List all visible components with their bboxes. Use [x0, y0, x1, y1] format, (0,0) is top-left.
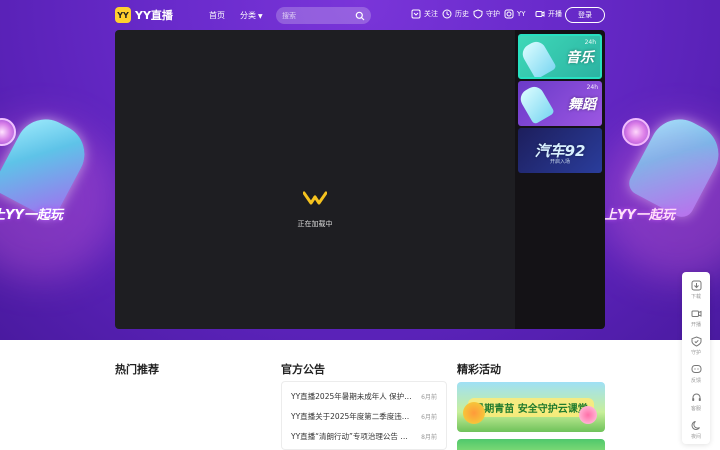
nav-history-label: 历史	[455, 10, 469, 18]
video-icon	[535, 11, 545, 17]
float-night-mode-label: 夜间	[690, 434, 701, 440]
announcement-title: 官方公告	[281, 363, 325, 376]
top-navigation: YY YY直播 首页 分类▼ 关注 历史 守护 YY 开播 登录	[0, 0, 720, 30]
channel-card-dance[interactable]: 24h 舞蹈	[518, 81, 602, 126]
floating-toolbar: 下载 开播 守护 反馈 客服 夜间	[682, 272, 710, 444]
news-item[interactable]: YY直播2025年暑期未成年人 保护专项行动公告 6月前	[282, 386, 446, 406]
activity-banner-second[interactable]	[457, 439, 605, 450]
search-box[interactable]	[276, 7, 371, 24]
nav-history[interactable]: 历史	[442, 9, 469, 19]
nav-category-link[interactable]: 分类 ▼	[240, 10, 263, 21]
float-live[interactable]: 开播	[682, 304, 710, 332]
right-side-promo[interactable]: 上YY一起玩	[604, 108, 720, 230]
channel-label: 舞蹈	[568, 96, 596, 113]
nav-follow[interactable]: 关注	[411, 9, 438, 19]
moon-icon	[691, 421, 700, 430]
flower-graphic	[463, 402, 485, 424]
float-feedback[interactable]: 反馈	[682, 360, 710, 388]
nav-home-link[interactable]: 首页	[209, 10, 225, 21]
search-icon[interactable]	[355, 11, 365, 21]
activity-banner-summer[interactable]: 暑期青苗 安全守护云课堂	[457, 382, 605, 432]
bookmark-icon	[411, 9, 421, 19]
channel-sub-label: 开启入场	[549, 159, 570, 165]
download-icon	[691, 280, 701, 291]
float-service[interactable]: 客服	[682, 388, 710, 416]
nav-category-label: 分类	[240, 11, 256, 20]
nav-follow-label: 关注	[424, 10, 438, 18]
news-title: YY直播关于2025年度第二季度违规处理公示	[291, 411, 416, 421]
clock-icon	[442, 9, 452, 19]
live-player[interactable]: 正在加载中	[115, 30, 515, 329]
nav-start-live-label: 开播	[548, 10, 562, 18]
channel-live-tag: 24h	[584, 39, 596, 46]
nav-guard[interactable]: 守护	[473, 9, 500, 19]
hot-recommend-title: 热门推荐	[115, 363, 159, 376]
chevron-down-icon: ▼	[258, 13, 263, 20]
yy-logo-icon: YY	[115, 7, 131, 23]
promo-ring-icon	[622, 118, 650, 146]
promo-slogan: 上YY一起玩	[0, 208, 63, 223]
site-logo[interactable]: YY YY直播	[115, 7, 173, 23]
channel-list: 24h 音乐 24h 舞蹈 汽车92 开启入场	[515, 30, 605, 329]
promo-ring-icon	[0, 118, 16, 146]
news-date: 6月前	[421, 413, 437, 421]
float-service-label: 客服	[690, 406, 701, 412]
banner-text: 暑期青苗 安全守护云课堂	[468, 397, 594, 417]
shield-icon	[473, 9, 483, 19]
search-input[interactable]	[282, 11, 352, 20]
shield-icon	[691, 336, 701, 347]
float-live-label: 开播	[690, 322, 701, 328]
nav-guard-label: 守护	[486, 10, 500, 18]
left-side-promo[interactable]: 上YY一起玩	[0, 108, 98, 230]
channel-label: 音乐	[566, 49, 594, 66]
bottle-graphic	[518, 83, 555, 125]
site-name: YY直播	[135, 9, 173, 22]
channel-card-car[interactable]: 汽车92 开启入场	[518, 128, 602, 173]
news-item[interactable]: YY直播关于2025年度第二季度违规处理公示 6月前	[282, 406, 446, 426]
nav-home-label: 首页	[209, 11, 225, 20]
channel-live-tag: 24h	[586, 84, 598, 91]
login-button[interactable]: 登录	[565, 7, 605, 23]
float-download-label: 下载	[690, 294, 701, 300]
news-item[interactable]: YY直播“清朗行动”专项治理公告 整治网络环境 8月前	[282, 426, 446, 446]
float-night-mode[interactable]: 夜间	[682, 416, 710, 444]
float-feedback-label: 反馈	[690, 378, 701, 384]
news-date: 6月前	[421, 393, 437, 401]
loading-indicator: 正在加载中	[115, 190, 515, 229]
feedback-icon	[691, 365, 701, 373]
news-title: YY直播“清朗行动”专项治理公告 整治网络环境	[291, 431, 416, 441]
float-guard[interactable]: 守护	[682, 332, 710, 360]
headset-icon	[691, 393, 701, 401]
float-guard-label: 守护	[690, 350, 701, 356]
bottle-graphic	[520, 38, 557, 77]
news-title: YY直播2025年暑期未成年人 保护专项行动公告	[291, 391, 415, 401]
nav-start-live[interactable]: 开播	[535, 9, 562, 19]
flower-graphic	[579, 406, 597, 424]
camera-icon	[691, 310, 701, 317]
float-download[interactable]: 下载	[682, 276, 710, 304]
yy-icon	[504, 9, 514, 19]
channel-card-music[interactable]: 24h 音乐	[518, 34, 602, 79]
nav-yy-label: YY	[517, 10, 526, 18]
nav-yy[interactable]: YY	[504, 9, 526, 19]
announcement-list: YY直播2025年暑期未成年人 保护专项行动公告 6月前 YY直播关于2025年…	[281, 381, 447, 450]
news-date: 8月前	[421, 433, 437, 441]
activity-title: 精彩活动	[457, 363, 501, 376]
loading-text: 正在加载中	[297, 220, 333, 228]
yy-loading-icon	[302, 191, 328, 205]
promo-slogan: 上YY一起玩	[604, 208, 675, 223]
